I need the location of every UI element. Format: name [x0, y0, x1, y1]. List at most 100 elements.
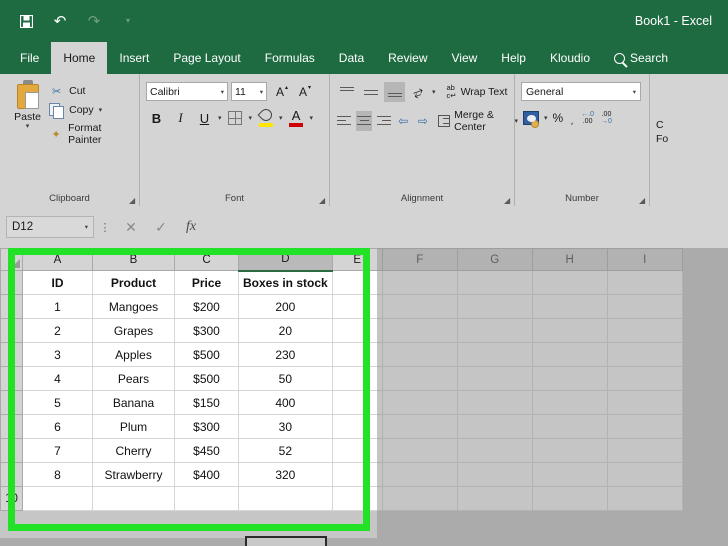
row-header-1[interactable]: 1	[0, 270, 23, 295]
cell-a6[interactable]: 5	[22, 390, 93, 415]
cell-d4[interactable]: 230	[238, 342, 333, 367]
cell-e3[interactable]	[331, 318, 383, 343]
clipboard-dialog-launcher-icon[interactable]: ◢	[129, 197, 137, 205]
increase-indent-button[interactable]: ⇨	[415, 111, 432, 131]
cancel-icon[interactable]: ✕	[116, 215, 146, 239]
orientation-button[interactable]: ⥂	[408, 82, 429, 102]
number-format-select[interactable]: General ▾	[521, 82, 641, 101]
font-color-button[interactable]: A	[286, 108, 307, 128]
cell-i6[interactable]	[606, 390, 683, 415]
cell-i2[interactable]	[606, 294, 683, 319]
cell-b8[interactable]: Cherry	[92, 438, 175, 463]
cell-d9[interactable]: 320	[238, 462, 333, 487]
tab-data[interactable]: Data	[327, 42, 376, 74]
row-header-6[interactable]: 6	[0, 390, 23, 415]
name-box[interactable]: D12 ▾	[6, 216, 94, 238]
cell-g7[interactable]	[456, 414, 533, 439]
cell-a5[interactable]: 4	[22, 366, 93, 391]
cell-i5[interactable]	[606, 366, 683, 391]
cell-d2[interactable]: 200	[238, 294, 333, 319]
cell-g5[interactable]	[456, 366, 533, 391]
cell-e9[interactable]	[331, 462, 383, 487]
cell-d8[interactable]: 52	[238, 438, 333, 463]
cell-d6[interactable]: 400	[238, 390, 333, 415]
cell-g9[interactable]	[456, 462, 533, 487]
align-left-button[interactable]	[336, 111, 353, 131]
align-top-button[interactable]	[336, 82, 357, 102]
cell-b1[interactable]: Product	[92, 270, 175, 295]
column-header-g[interactable]: G	[456, 248, 533, 271]
cell-g8[interactable]	[456, 438, 533, 463]
cell-h1[interactable]	[531, 270, 608, 295]
cut-button[interactable]: ✂ Cut	[49, 84, 133, 98]
redo-icon[interactable]: ↷	[84, 11, 104, 31]
cell-a1[interactable]: ID	[22, 270, 93, 295]
fill-color-button[interactable]	[255, 106, 276, 128]
borders-button[interactable]	[225, 108, 246, 128]
cell-i10[interactable]	[606, 486, 683, 511]
formula-bar-handle[interactable]: ⋮	[94, 221, 116, 234]
align-right-button[interactable]	[375, 111, 392, 131]
cell-a4[interactable]: 3	[22, 342, 93, 367]
copy-button[interactable]: Copy ▾	[49, 103, 133, 119]
font-size-dropdown-icon[interactable]: ▾	[260, 88, 263, 96]
cell-f1[interactable]	[381, 270, 458, 295]
row-header-3[interactable]: 3	[0, 318, 23, 343]
merge-center-button[interactable]: Merge & Center ▾	[438, 109, 518, 133]
tab-view[interactable]: View	[440, 42, 490, 74]
cell-b10[interactable]	[92, 486, 175, 511]
customize-quick-access-icon[interactable]: ▾	[118, 11, 138, 31]
cell-e7[interactable]	[331, 414, 383, 439]
wrap-text-button[interactable]: ab c↵ Wrap Text	[447, 84, 508, 100]
underline-dropdown-icon[interactable]: ▾	[218, 114, 222, 122]
paste-button[interactable]: Paste ▾	[6, 78, 49, 130]
cell-f5[interactable]	[381, 366, 458, 391]
font-color-dropdown-icon[interactable]: ▾	[310, 114, 314, 122]
cell-g3[interactable]	[456, 318, 533, 343]
cell-i7[interactable]	[606, 414, 683, 439]
cell-b9[interactable]: Strawberry	[92, 462, 175, 487]
cell-d7[interactable]: 30	[238, 414, 333, 439]
underline-button[interactable]: U	[194, 108, 215, 128]
increase-font-size-button[interactable]: A ▴	[270, 82, 290, 101]
undo-icon[interactable]: ↶	[50, 11, 70, 31]
cell-i9[interactable]	[606, 462, 683, 487]
cell-h8[interactable]	[531, 438, 608, 463]
select-all-corner[interactable]	[0, 248, 23, 271]
name-box-dropdown-icon[interactable]: ▾	[85, 223, 88, 231]
tab-kloudio[interactable]: Kloudio	[538, 42, 602, 74]
conditional-formatting-label-line1[interactable]: C	[656, 118, 684, 132]
decrease-decimal-button[interactable]: .00 →0	[599, 108, 614, 128]
cell-f8[interactable]	[381, 438, 458, 463]
tab-review[interactable]: Review	[376, 42, 439, 74]
cell-g1[interactable]	[456, 270, 533, 295]
cell-g6[interactable]	[456, 390, 533, 415]
cell-c10[interactable]	[174, 486, 239, 511]
conditional-formatting-label-line2[interactable]: Fo	[656, 132, 684, 146]
search-box[interactable]: Search	[602, 42, 680, 74]
cell-e1[interactable]	[331, 270, 383, 295]
borders-dropdown-icon[interactable]: ▾	[249, 114, 253, 122]
cell-a3[interactable]: 2	[22, 318, 93, 343]
decrease-indent-button[interactable]: ⇦	[395, 111, 412, 131]
cell-f9[interactable]	[381, 462, 458, 487]
cell-e4[interactable]	[331, 342, 383, 367]
cell-c9[interactable]: $400	[174, 462, 239, 487]
cell-e8[interactable]	[331, 438, 383, 463]
align-center-button[interactable]	[355, 111, 373, 131]
column-header-e[interactable]: E	[331, 248, 383, 271]
font-size-input[interactable]: 11 ▾	[231, 82, 267, 101]
formula-input[interactable]	[206, 215, 722, 239]
row-header-5[interactable]: 5	[0, 366, 23, 391]
cell-g2[interactable]	[456, 294, 533, 319]
cell-f7[interactable]	[381, 414, 458, 439]
cell-f2[interactable]	[381, 294, 458, 319]
format-painter-button[interactable]: ✦ Format Painter	[49, 122, 133, 146]
cell-b7[interactable]: Plum	[92, 414, 175, 439]
row-header-8[interactable]: 8	[0, 438, 23, 463]
column-header-d[interactable]: D	[238, 248, 333, 272]
font-name-dropdown-icon[interactable]: ▾	[221, 88, 224, 96]
cell-b4[interactable]: Apples	[92, 342, 175, 367]
column-header-a[interactable]: A	[22, 248, 93, 271]
cell-f3[interactable]	[381, 318, 458, 343]
